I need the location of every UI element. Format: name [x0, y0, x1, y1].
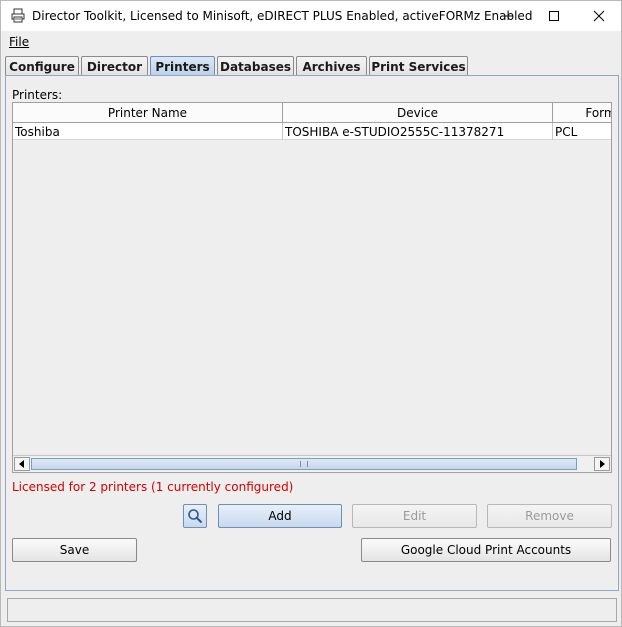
table-row[interactable]: Toshiba TOSHIBA e-STUDIO2555C-11378271 P… [13, 123, 611, 140]
printers-label: Printers: [12, 88, 63, 102]
window-title: Director Toolkit, Licensed to Minisoft, … [32, 9, 533, 23]
scroll-right-button[interactable] [594, 457, 610, 471]
menu-bar: File [1, 31, 621, 53]
search-button[interactable] [183, 504, 207, 528]
search-icon [188, 509, 203, 524]
arrow-left-icon [19, 460, 24, 468]
printer-icon [11, 8, 25, 23]
column-header-device[interactable]: Device [283, 103, 553, 123]
menu-file[interactable]: File [9, 35, 29, 49]
scroll-left-button[interactable] [14, 457, 30, 471]
cell-device: TOSHIBA e-STUDIO2555C-11378271 [283, 123, 553, 140]
close-icon [593, 10, 605, 22]
title-bar: Director Toolkit, Licensed to Minisoft, … [1, 1, 621, 31]
maximize-button[interactable] [531, 1, 577, 31]
arrow-right-icon [600, 460, 605, 468]
column-header-printer-name[interactable]: Printer Name [13, 103, 283, 123]
status-bar [7, 598, 617, 622]
minimize-button[interactable] [485, 1, 531, 31]
minimize-icon [503, 15, 513, 17]
tab-director[interactable]: Director [81, 56, 148, 76]
remove-button[interactable]: Remove [487, 504, 612, 528]
app-window: Director Toolkit, Licensed to Minisoft, … [0, 0, 622, 627]
close-button[interactable] [576, 1, 622, 31]
tab-print-services[interactable]: Print Services [369, 56, 468, 76]
tab-databases[interactable]: Databases [217, 56, 294, 76]
cell-printer-name: Toshiba [13, 123, 283, 140]
column-header-format[interactable]: Format [553, 103, 611, 123]
google-cloud-print-accounts-button[interactable]: Google Cloud Print Accounts [361, 538, 611, 562]
edit-button[interactable]: Edit [352, 504, 477, 528]
horizontal-scrollbar[interactable] [13, 455, 611, 472]
printers-table: Printer Name Device Format Toshiba TOSHI… [12, 102, 612, 473]
tab-printers[interactable]: Printers [150, 56, 215, 77]
printers-panel: Printers: Printer Name Device Format Tos… [5, 75, 619, 591]
menu-file-label: File [9, 35, 30, 49]
save-button[interactable]: Save [12, 538, 137, 562]
table-header: Printer Name Device Format [13, 103, 611, 123]
tab-configure[interactable]: Configure [5, 56, 79, 76]
scrollbar-thumb[interactable] [31, 458, 577, 470]
scrollbar-grip [300, 461, 308, 467]
license-status-text: Licensed for 2 printers (1 currently con… [12, 480, 294, 494]
maximize-icon [549, 11, 559, 21]
tab-archives[interactable]: Archives [296, 56, 367, 76]
cell-format: PCL [553, 123, 611, 140]
add-button[interactable]: Add [218, 504, 342, 528]
